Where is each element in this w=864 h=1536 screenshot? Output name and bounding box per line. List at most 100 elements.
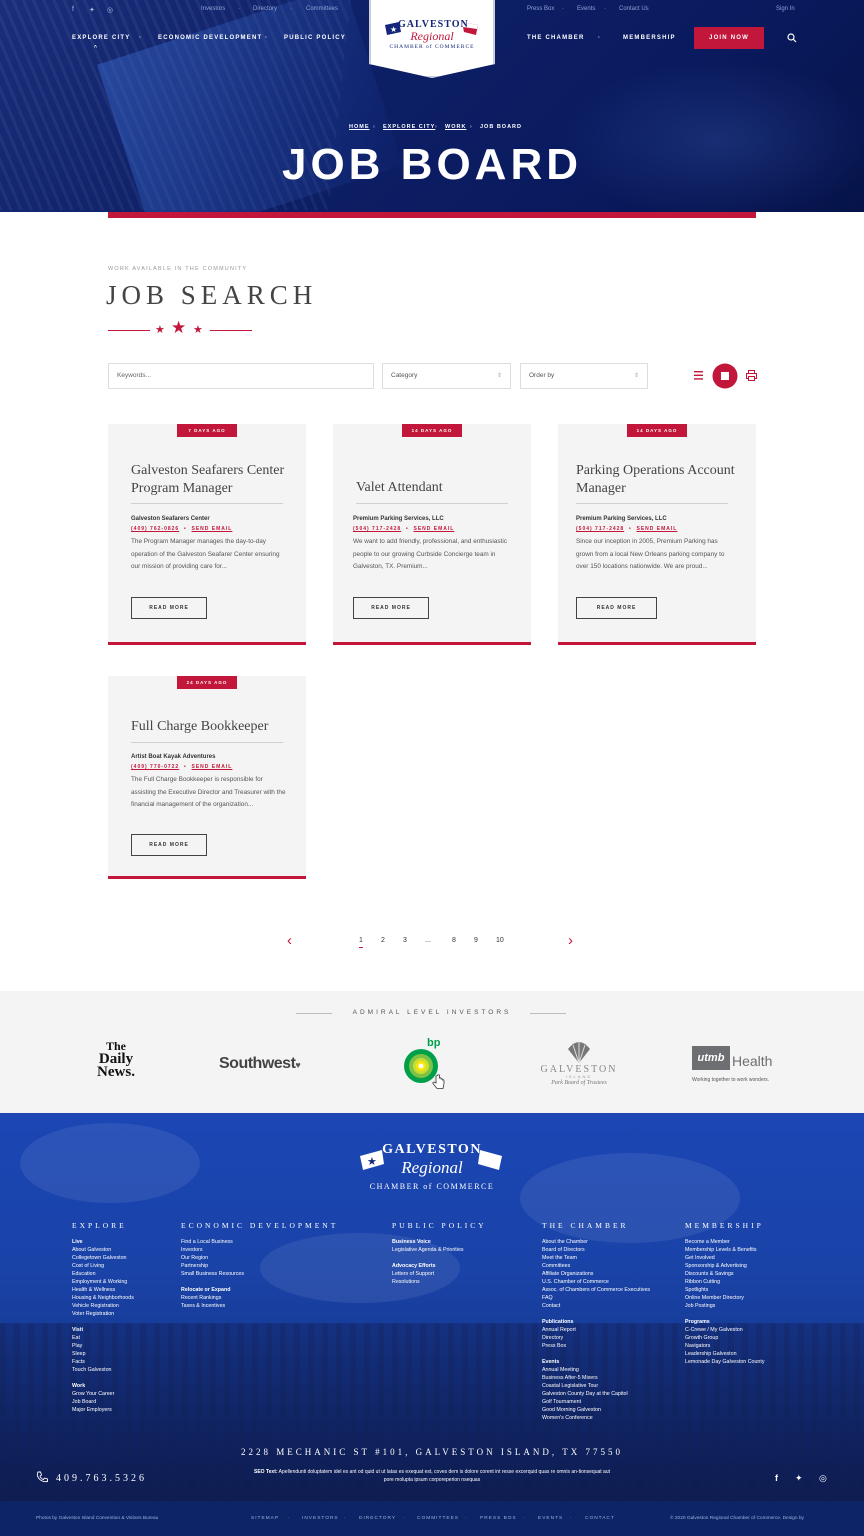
read-more-button[interactable]: READ MORE [576,597,657,619]
footer-link[interactable]: Growth Group [685,1335,718,1341]
footer-link[interactable]: C-Crewe / My Galveston [685,1327,743,1333]
topbar-link-directory[interactable]: Directory [253,6,277,12]
next-page-arrow-icon[interactable]: › [568,932,573,949]
footer-link[interactable]: FAQ [542,1295,553,1301]
footer-link[interactable]: Education [72,1271,96,1277]
instagram-icon[interactable]: ◎ [107,6,113,14]
footer-link[interactable]: Housing & Neighborhoods [72,1295,134,1301]
list-view-icon[interactable] [694,371,704,380]
nav-the-chamber[interactable]: THE CHAMBER [527,35,585,41]
footer-link[interactable]: Spotlights [685,1287,708,1293]
breadcrumb-home[interactable]: HOME [349,124,370,130]
page-9[interactable]: 9 [474,937,478,944]
job-email-link[interactable]: SEND EMAIL [192,526,233,532]
nav-explore-city[interactable]: EXPLORE CITY [72,35,130,41]
page-10[interactable]: 10 [496,937,504,944]
page-1[interactable]: 1 [359,937,363,948]
footer-link[interactable]: Online Member Directory [685,1295,744,1301]
twitter-icon[interactable]: ✦ [89,6,95,14]
footer-link[interactable]: U.S. Chamber of Commerce [542,1279,609,1285]
footer-link[interactable]: Sleep [72,1351,86,1357]
footer-link[interactable]: Cost of Living [72,1263,104,1269]
job-title[interactable]: Full Charge Bookkeeper [131,718,301,736]
footer-link[interactable]: Good Morning Galveston [542,1407,601,1413]
footer-group-title[interactable]: Programs [685,1319,710,1325]
facebook-icon[interactable]: f [72,6,74,13]
footer-group-title[interactable]: Work [72,1383,85,1389]
nav-membership[interactable]: MEMBERSHIP [623,35,676,41]
job-title[interactable]: Parking Operations Account Manager [576,462,736,497]
footer-link[interactable]: Ribbon Cutting [685,1279,720,1285]
footer-link[interactable]: Board of Directors [542,1247,585,1253]
page-2[interactable]: 2 [381,937,385,944]
footer-link[interactable]: Collegetown Galveston [72,1255,126,1261]
topbar-link-investors[interactable]: Investors [201,6,225,12]
footer-link[interactable]: Assoc. of Chambers of Commerce Executive… [542,1287,650,1293]
footer-link[interactable]: Job Postings [685,1303,715,1309]
print-icon[interactable] [746,370,757,381]
facebook-icon[interactable]: f [775,1473,778,1483]
footer-link[interactable]: Committees [542,1263,570,1269]
footer-link[interactable]: Meet the Team [542,1255,577,1261]
job-phone-link[interactable]: (409) 770-0722 [131,764,179,770]
footer-link[interactable]: Job Board [72,1399,96,1405]
footer-link[interactable]: Health & Wellness [72,1287,115,1293]
footer-link[interactable]: Vehicle Registration [72,1303,119,1309]
footer-link[interactable]: Sponsorship & Advertising [685,1263,747,1269]
footer-link[interactable]: Discounts & Savings [685,1271,734,1277]
footer-link[interactable]: Facts [72,1359,85,1365]
twitter-icon[interactable]: ✦ [795,1473,803,1484]
order-by-select[interactable]: Order by ⇕ [520,363,648,389]
footer-link[interactable]: Our Region [181,1255,208,1261]
topbar-link-committees[interactable]: Committees [306,6,338,12]
bottom-link-committees[interactable]: COMMITTEES [417,1516,459,1521]
footer-group-title[interactable]: Live [72,1239,83,1245]
footer-link[interactable]: Get Involved [685,1255,715,1261]
read-more-button[interactable]: READ MORE [353,597,429,619]
footer-phone[interactable]: 409.763.5326 [56,1473,147,1484]
daily-news-logo[interactable]: The Daily News. [90,1040,142,1080]
job-phone-link[interactable]: (409) 762-0826 [131,526,179,532]
footer-link[interactable]: Employment & Working [72,1279,127,1285]
footer-group-title[interactable]: Events [542,1359,559,1365]
join-now-button[interactable]: JOIN NOW [694,27,764,49]
bottom-link-investors[interactable]: INVESTORS [302,1516,339,1521]
footer-link[interactable]: Golf Tournament [542,1399,581,1405]
footer-link[interactable]: About the Chamber [542,1239,588,1245]
footer-link[interactable]: Coastal Legislative Tour [542,1383,598,1389]
job-phone-link[interactable]: (504) 717-2428 [576,526,624,532]
footer-link[interactable]: Voter Registration [72,1311,114,1317]
breadcrumb-explore-city[interactable]: EXPLORE CITY [383,124,435,130]
footer-link[interactable]: Become a Member [685,1239,730,1245]
footer-group-title[interactable]: Business Voice [392,1239,431,1245]
footer-group-title[interactable]: Advocacy Efforts [392,1263,436,1269]
footer-link[interactable]: Lemonade Day Galveston County [685,1359,765,1365]
footer-group-title[interactable]: Publications [542,1319,574,1325]
job-title[interactable]: Valet Attendant [356,479,516,497]
footer-group-title[interactable]: Visit [72,1327,83,1333]
footer-link[interactable]: Letters of Support [392,1271,434,1277]
grid-view-icon[interactable] [712,363,738,389]
footer-group-title[interactable]: Relocate or Expand [181,1287,230,1293]
footer-link[interactable]: Investors [181,1247,203,1253]
footer-link[interactable]: Directory [542,1335,563,1341]
breadcrumb-work[interactable]: WORK [445,124,466,130]
nav-economic-development[interactable]: ECONOMIC DEVELOPMENT [158,35,262,41]
category-select[interactable]: Category ⇕ [382,363,511,389]
footer-link[interactable]: Contact [542,1303,560,1309]
bottom-link-directory[interactable]: DIRECTORY [359,1516,396,1521]
footer-link[interactable]: Touch Galveston [72,1367,111,1373]
prev-page-arrow-icon[interactable]: ‹ [287,932,292,949]
footer-link[interactable]: Affiliate Organizations [542,1271,593,1277]
bottom-link-contact[interactable]: CONTACT [585,1516,615,1521]
topbar-link-events[interactable]: Events [577,6,595,12]
footer-link[interactable]: Women's Conference [542,1415,593,1421]
read-more-button[interactable]: READ MORE [131,597,207,619]
footer-link[interactable]: Navigators [685,1343,710,1349]
topbar-link-press-box[interactable]: Press Box [527,6,554,12]
footer-link[interactable]: Legislative Agenda & Priorities [392,1247,464,1253]
utmb-logo-mark[interactable]: utmb [692,1046,730,1070]
search-icon[interactable] [787,33,797,43]
job-email-link[interactable]: SEND EMAIL [637,526,678,532]
bottom-link-sitemap[interactable]: SITEMAP [251,1516,279,1521]
